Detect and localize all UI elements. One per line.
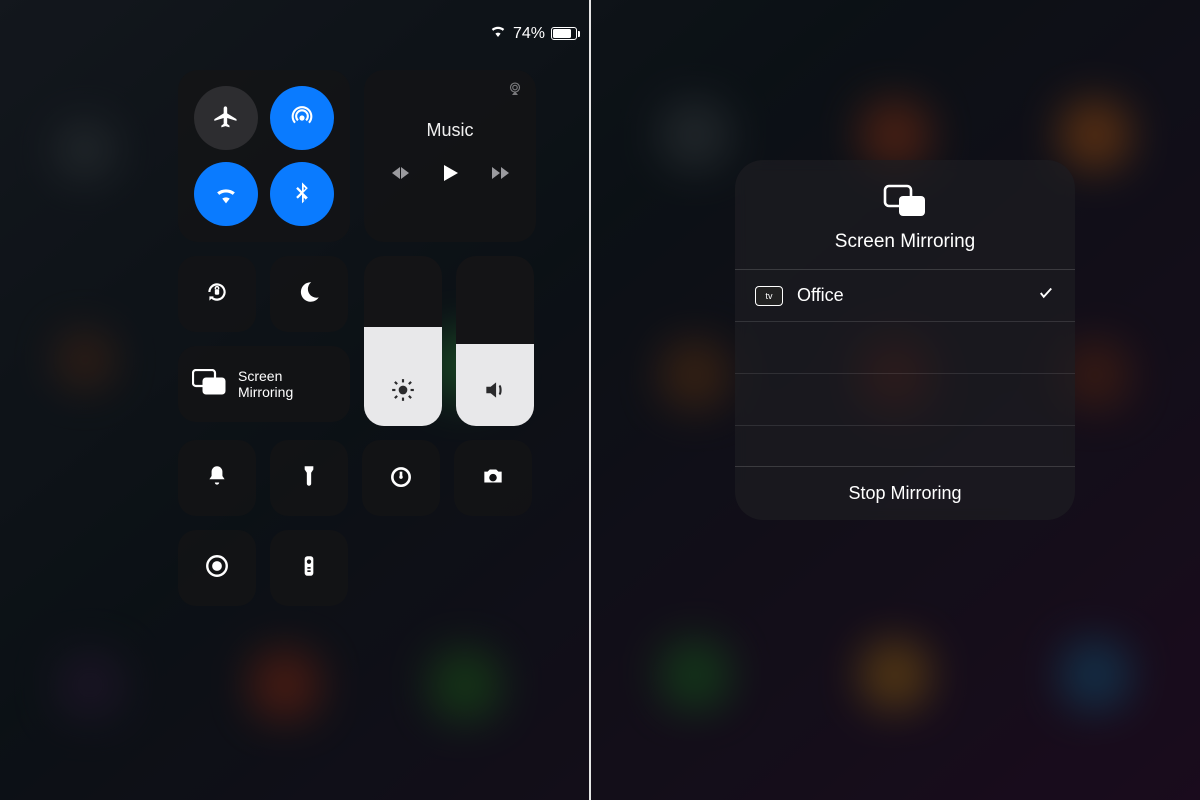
wifi-icon	[489, 22, 507, 45]
apple-tv-icon: tv	[755, 286, 783, 306]
brightness-icon	[390, 377, 416, 408]
screen-mirroring-title: Screen Mirroring	[735, 231, 1075, 253]
device-name: Office	[797, 285, 1037, 306]
flashlight-toggle[interactable]	[270, 440, 348, 516]
timer-icon	[388, 463, 414, 494]
music-tile[interactable]: Music	[364, 70, 536, 242]
brightness-slider[interactable]	[364, 256, 442, 426]
battery-icon	[551, 27, 580, 40]
battery-percent: 74%	[513, 25, 545, 43]
screen-record-icon	[204, 553, 230, 584]
airplay-icon	[506, 80, 524, 103]
screen-mirroring-icon	[192, 369, 226, 400]
screen-mirroring-button[interactable]: ScreenMirroring	[178, 346, 350, 422]
screen-mirroring-popup: Screen Mirroring tv Office . . Stop Mirr…	[735, 160, 1075, 520]
music-prev-button[interactable]	[388, 161, 412, 190]
do-not-disturb-toggle[interactable]	[270, 256, 348, 332]
mirroring-device-list: tv Office . .	[735, 270, 1075, 426]
mirroring-device-row: .	[735, 322, 1075, 374]
screenshot-divider	[589, 0, 591, 800]
screen-mirroring-icon	[883, 205, 927, 222]
mirroring-device-row: .	[735, 374, 1075, 426]
volume-slider[interactable]	[456, 256, 534, 426]
airplane-mode-toggle[interactable]	[194, 86, 258, 150]
wifi-toggle[interactable]	[194, 162, 258, 226]
timer-button[interactable]	[362, 440, 440, 516]
music-label: Music	[426, 120, 473, 141]
camera-icon	[480, 463, 506, 494]
rotation-lock-toggle[interactable]	[178, 256, 256, 332]
music-next-button[interactable]	[488, 161, 512, 190]
bluetooth-toggle[interactable]	[270, 162, 334, 226]
camera-button[interactable]	[454, 440, 532, 516]
airdrop-toggle[interactable]	[270, 86, 334, 150]
screen-mirroring-label: ScreenMirroring	[238, 368, 293, 400]
control-center: Music	[178, 70, 538, 620]
rotation-lock-icon	[204, 279, 230, 310]
music-controls	[388, 159, 512, 192]
apple-tv-remote-button[interactable]	[270, 530, 348, 606]
screen-record-button[interactable]	[178, 530, 256, 606]
connectivity-tile	[178, 70, 350, 242]
stop-mirroring-button[interactable]: Stop Mirroring	[848, 483, 961, 504]
apple-tv-remote-icon	[296, 553, 322, 584]
music-play-button[interactable]	[438, 159, 462, 192]
flashlight-icon	[296, 463, 322, 494]
status-bar: 74%	[489, 22, 580, 45]
bell-icon	[204, 463, 230, 494]
silent-mode-toggle[interactable]	[178, 440, 256, 516]
mirroring-device-row[interactable]: tv Office	[735, 270, 1075, 322]
volume-icon	[482, 377, 508, 408]
checkmark-icon	[1037, 284, 1055, 307]
moon-icon	[296, 279, 322, 310]
stop-mirroring-footer: Stop Mirroring	[735, 466, 1075, 520]
